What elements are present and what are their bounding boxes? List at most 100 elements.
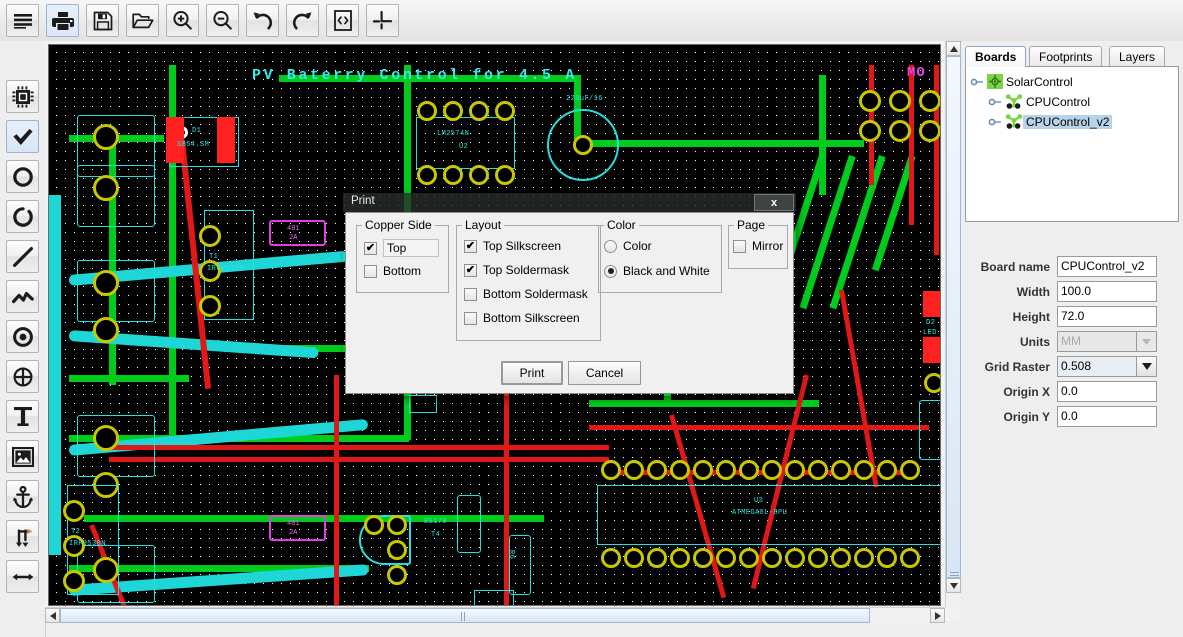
chip-icon[interactable] <box>6 80 39 113</box>
arc-icon[interactable] <box>6 200 39 233</box>
copper-side-group-title: Copper Side <box>362 218 435 232</box>
expand-handle-icon[interactable] <box>988 115 1002 129</box>
menu-icon[interactable] <box>6 4 39 37</box>
boards-tree[interactable]: SolarControl CPUControl CPUControl_v2 <box>965 66 1179 222</box>
checkbox-box[interactable]: ✔ <box>464 239 477 253</box>
pad <box>469 101 489 121</box>
height-input[interactable]: 72.0 <box>1057 306 1157 327</box>
anchor-icon[interactable] <box>6 480 39 513</box>
origin-y-input[interactable]: 0.0 <box>1057 406 1157 427</box>
open-icon[interactable] <box>126 4 159 37</box>
print-icon[interactable] <box>46 4 79 37</box>
checkbox-top[interactable]: ✔ Top <box>364 239 440 257</box>
fuse-outline <box>269 515 326 541</box>
radio-circle[interactable] <box>604 264 617 278</box>
component-value: 220uF/16 <box>566 95 603 103</box>
units-select[interactable]: MM <box>1057 331 1137 352</box>
image-icon[interactable] <box>6 440 39 473</box>
save-icon[interactable] <box>86 4 119 37</box>
circle-icon[interactable] <box>6 160 39 193</box>
text-icon[interactable] <box>6 400 39 433</box>
component-value: LM2574N <box>437 130 470 138</box>
close-icon[interactable]: x <box>754 194 794 211</box>
pad-bottom <box>217 117 235 163</box>
cancel-button[interactable]: Cancel <box>568 361 641 385</box>
board-properties: Board name CPUControl_v2 Width 100.0 Hei… <box>965 256 1179 486</box>
checkbox-box[interactable] <box>464 287 477 301</box>
component-outline <box>509 535 531 595</box>
expand-handle-icon[interactable] <box>970 75 984 89</box>
pad <box>624 548 644 568</box>
origin-x-input[interactable]: 0.0 <box>1057 381 1157 402</box>
zoom-out-icon[interactable] <box>206 4 239 37</box>
property-label: Width <box>1016 285 1050 299</box>
property-label: Origin X <box>1003 385 1050 399</box>
tree-item-solarcontrol[interactable]: SolarControl <box>970 72 1076 91</box>
property-row-origin-x: Origin X 0.0 <box>965 381 1179 403</box>
tree-item-cpucontrol[interactable]: CPUControl <box>988 92 1093 111</box>
radio-circle[interactable] <box>604 239 617 253</box>
expand-handle-icon[interactable] <box>988 95 1002 109</box>
pad <box>889 120 911 142</box>
check-icon[interactable] <box>6 120 39 153</box>
dialog-title-bar[interactable]: Print x <box>343 193 796 212</box>
grid-raster-chevron-down-icon[interactable] <box>1137 356 1157 377</box>
pad <box>785 548 805 568</box>
horizontal-scroll-thumb[interactable] <box>60 608 870 623</box>
pad <box>831 460 851 480</box>
left-toolbar <box>0 41 46 637</box>
tab-boards[interactable]: Boards <box>965 46 1027 67</box>
scroll-left-button[interactable] <box>45 608 60 623</box>
trace-bottom <box>334 375 339 605</box>
hole-icon[interactable] <box>6 360 39 393</box>
checkbox-bottom[interactable]: Bottom <box>364 264 421 278</box>
checkbox-box[interactable]: ✔ <box>464 263 477 277</box>
pad <box>601 548 621 568</box>
polyline-icon[interactable] <box>6 280 39 313</box>
horizontal-scrollbar[interactable] <box>45 607 945 623</box>
move-icon[interactable] <box>6 520 39 553</box>
vertical-scrollbar[interactable] <box>945 41 961 607</box>
scroll-right-button[interactable] <box>930 608 945 623</box>
pad <box>877 460 897 480</box>
redo-icon[interactable] <box>286 4 319 37</box>
property-row-width: Width 100.0 <box>965 281 1179 303</box>
line-icon[interactable] <box>6 240 39 273</box>
radio-color[interactable]: Color <box>604 239 652 253</box>
vertical-scroll-thumb[interactable] <box>946 56 961 578</box>
trace <box>799 155 856 310</box>
undo-icon[interactable] <box>246 4 279 37</box>
tree-item-label: CPUControl_v2 <box>1023 114 1113 129</box>
checkbox-box[interactable] <box>464 311 477 325</box>
zoom-in-icon[interactable] <box>166 4 199 37</box>
checkbox-bottom-silkscreen[interactable]: Bottom Silkscreen <box>464 311 580 325</box>
checkbox-top-soldermask[interactable]: ✔ Top Soldermask <box>464 263 569 277</box>
tab-footprints[interactable]: Footprints <box>1029 46 1103 67</box>
pad <box>199 295 221 317</box>
pad <box>387 565 407 585</box>
corner-icon[interactable] <box>366 4 399 37</box>
checkbox-box[interactable]: ✔ <box>364 241 377 255</box>
checkbox-mirror[interactable]: Mirror <box>733 239 783 253</box>
checkbox-box[interactable] <box>733 239 746 253</box>
print-button[interactable]: Print <box>501 361 563 385</box>
tab-layers[interactable]: Layers <box>1109 46 1166 67</box>
tree-item-cpucontrol-v2[interactable]: CPUControl_v2 <box>988 112 1113 131</box>
grid-raster-select[interactable]: 0.508 <box>1057 356 1137 377</box>
board-name-input[interactable]: CPUControl_v2 <box>1057 256 1157 277</box>
width-input[interactable]: 100.0 <box>1057 281 1157 302</box>
checkbox-top-silkscreen[interactable]: ✔ Top Silkscreen <box>464 239 561 253</box>
dimension-icon[interactable] <box>6 560 39 593</box>
radio-black-and-white[interactable]: Black and White <box>604 264 710 278</box>
designator-label: D1 <box>192 127 202 135</box>
component-outline <box>77 165 155 227</box>
scroll-up-button[interactable] <box>946 41 961 56</box>
property-row-grid-raster: Grid Raster 0.508 <box>965 356 1179 378</box>
checkbox-bottom-soldermask[interactable]: Bottom Soldermask <box>464 287 588 301</box>
checkbox-box[interactable] <box>364 264 377 278</box>
property-row-units: Units MM <box>965 331 1179 353</box>
via-icon[interactable] <box>6 320 39 353</box>
units-chevron-down-icon[interactable] <box>1137 331 1157 352</box>
code-icon[interactable] <box>326 4 359 37</box>
scroll-down-button[interactable] <box>946 578 961 593</box>
